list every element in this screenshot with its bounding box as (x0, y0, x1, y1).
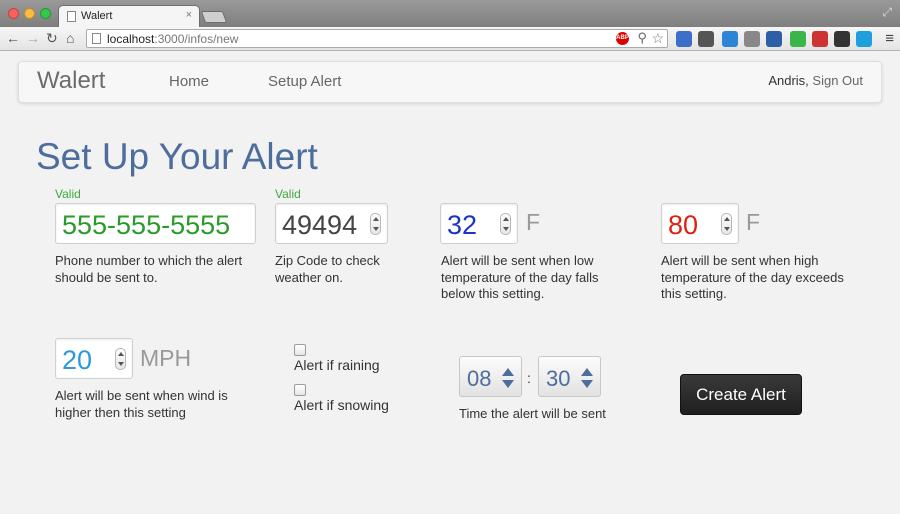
extension-icon[interactable] (676, 31, 692, 47)
zip-input[interactable]: 49494 (275, 203, 388, 244)
time-separator: : (527, 370, 531, 386)
back-icon[interactable]: ← (6, 30, 20, 46)
chevron-up-icon (581, 368, 593, 376)
hour-value: 08 (467, 366, 492, 391)
zip-value: 49494 (282, 210, 358, 240)
reload-icon[interactable]: ↻ (46, 30, 58, 47)
url-text[interactable]: localhost:3000/infos/new (107, 32, 238, 46)
new-tab-button[interactable] (200, 11, 228, 23)
rain-checkbox[interactable] (294, 344, 306, 356)
page-title: Set Up Your Alert (36, 136, 318, 177)
tab-close-icon[interactable]: × (186, 9, 192, 21)
snow-label[interactable]: Alert if snowing (294, 397, 389, 413)
chevron-down-icon (581, 380, 593, 388)
rain-label[interactable]: Alert if raining (294, 357, 380, 373)
phone-input[interactable]: 555-555-5555 (55, 203, 256, 244)
phone-valid-label: Valid (55, 187, 81, 201)
page-icon (67, 11, 76, 22)
browser-titlebar: Walert × ⤢ (0, 0, 900, 27)
brand-logo[interactable]: Walert (37, 67, 105, 95)
low-temp-help-text: Alert will be sent when low temperature … (441, 253, 599, 301)
extension-icon[interactable] (744, 31, 760, 47)
phone-help-text: Phone number to which the alert should b… (55, 253, 243, 285)
extension-icon[interactable] (722, 31, 738, 47)
nav-home-link[interactable]: Home (169, 73, 209, 90)
tab-title: Walert (81, 10, 113, 22)
extension-icon[interactable] (790, 31, 806, 47)
time-help-text: Time the alert will be sent (459, 406, 606, 421)
browser-toolbar: ← → ↻ ⌂ localhost:3000/infos/new ABP ⚲ ☆… (0, 27, 900, 51)
wind-value: 20 (62, 345, 93, 375)
browser-tab[interactable]: Walert × (58, 5, 200, 27)
high-temp-value: 80 (668, 210, 699, 240)
adblock-icon[interactable]: ABP (616, 32, 629, 45)
high-temp-spinner[interactable] (721, 213, 732, 235)
extension-icon[interactable] (698, 31, 714, 47)
extension-icon[interactable] (834, 31, 850, 47)
address-bar[interactable]: localhost:3000/infos/new ABP ⚲ ☆ (86, 29, 668, 48)
high-temp-input[interactable]: 80 (661, 203, 739, 244)
phone-value: 555-555-5555 (62, 210, 231, 240)
zip-valid-label: Valid (275, 187, 301, 201)
extension-icon[interactable] (812, 31, 828, 47)
hour-select[interactable]: 08 (459, 356, 522, 397)
bookmark-star-icon[interactable]: ☆ (651, 30, 664, 47)
user-menu: Andris, Sign Out (768, 73, 863, 88)
chevron-down-icon (502, 380, 514, 388)
low-temp-value: 32 (447, 210, 478, 240)
page: Walert Home Setup Alert Andris, Sign Out… (0, 52, 900, 514)
zip-spinner[interactable] (370, 213, 381, 235)
zoom-icon[interactable]: ⚲ (637, 30, 647, 46)
wind-spinner[interactable] (115, 348, 126, 370)
extension-icon[interactable] (766, 31, 782, 47)
wind-unit: MPH (140, 345, 192, 371)
wind-input[interactable]: 20 (55, 338, 133, 379)
low-temp-unit: F (526, 209, 541, 235)
nav-setup-alert-link[interactable]: Setup Alert (268, 73, 341, 90)
fullscreen-icon[interactable]: ⤢ (882, 5, 892, 20)
chevron-up-icon (502, 368, 514, 376)
low-temp-input[interactable]: 32 (440, 203, 518, 244)
wind-help-text: Alert will be sent when wind is higher t… (55, 388, 228, 420)
minute-value: 30 (546, 366, 571, 391)
user-name: Andris, (768, 73, 809, 88)
forward-icon[interactable]: → (26, 30, 40, 46)
extension-icon[interactable] (856, 31, 872, 47)
page-icon (92, 33, 101, 44)
zip-help-text: Zip Code to check weather on. (275, 253, 380, 285)
zoom-window-button[interactable] (40, 8, 51, 19)
low-temp-spinner[interactable] (500, 213, 511, 235)
create-alert-button[interactable]: Create Alert (680, 374, 802, 415)
menu-icon[interactable]: ≡ (885, 30, 894, 47)
high-temp-unit: F (746, 209, 761, 235)
close-window-button[interactable] (8, 8, 19, 19)
navbar: Walert Home Setup Alert Andris, Sign Out (18, 61, 882, 103)
home-icon[interactable]: ⌂ (66, 30, 74, 46)
minimize-window-button[interactable] (24, 8, 35, 19)
sign-out-link[interactable]: Sign Out (812, 73, 863, 88)
snow-checkbox[interactable] (294, 384, 306, 396)
minute-select[interactable]: 30 (538, 356, 601, 397)
high-temp-help-text: Alert will be sent when high temperature… (661, 253, 844, 301)
